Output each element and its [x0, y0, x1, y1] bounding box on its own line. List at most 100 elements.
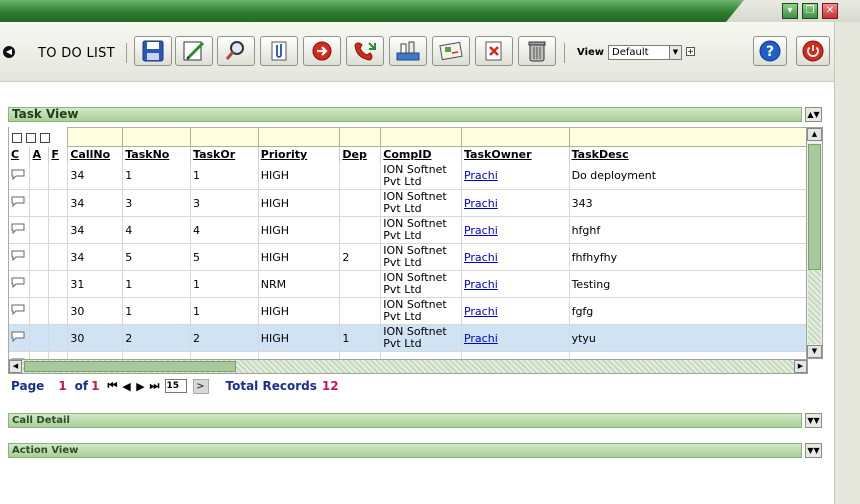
cell-owner[interactable]: Prachi [461, 297, 570, 325]
expand-action-view-icon[interactable]: ▼▼ [805, 443, 822, 458]
comment-cell[interactable] [9, 216, 31, 244]
checkbox-a[interactable] [26, 132, 36, 143]
cell-owner[interactable]: Prachi [461, 216, 570, 244]
comment-icon[interactable] [11, 169, 25, 180]
task-owner-link[interactable]: Prachi [464, 169, 498, 182]
column-header[interactable]: TaskOwner [461, 146, 570, 163]
go-button[interactable]: > [192, 378, 209, 394]
table-row[interactable]: 34 1 1 HIGH ION Softnet Pvt Ltd Prachi Do depl… [9, 162, 808, 190]
cell-owner[interactable]: Prachi [461, 243, 570, 271]
grid-horizontal-scrollbar[interactable]: ◀ ▶ [8, 359, 808, 374]
checkbox-f[interactable] [40, 132, 50, 143]
filter-dep[interactable] [339, 127, 382, 147]
card-button[interactable] [432, 36, 470, 66]
comment-cell[interactable] [9, 324, 31, 352]
filter-taskor[interactable] [190, 127, 259, 147]
scroll-up-icon[interactable]: ▲ [807, 128, 822, 141]
a-cell [29, 216, 50, 244]
scroll-thumb[interactable] [808, 144, 821, 270]
comment-icon[interactable] [11, 250, 25, 261]
next-page-icon[interactable]: ▶ [134, 380, 148, 393]
prev-page-icon[interactable]: ◀ [120, 380, 134, 393]
comment-cell[interactable] [9, 162, 31, 190]
page-size-input[interactable]: 15 [164, 379, 187, 393]
scroll-right-icon[interactable]: ▶ [794, 360, 807, 373]
comment-icon[interactable] [11, 304, 25, 315]
cell-owner[interactable]: Prachi [461, 162, 570, 190]
column-header[interactable]: CallNo [67, 146, 124, 163]
filter-priority[interactable] [257, 127, 341, 147]
table-row[interactable]: 30 2 2 HIGH 1 ION Softnet Pvt Ltd Prachi ytyu [9, 324, 808, 352]
pagination: Page 1 of 1 ⏮ ◀ ▶ ⏭ 15 > Total Records 1… [11, 378, 339, 394]
view-select[interactable]: Default ▼ [608, 45, 682, 60]
table-row[interactable]: 30 1 1 HIGH ION Softnet Pvt Ltd Prachi fgfg [9, 297, 808, 325]
filter-callno[interactable] [67, 127, 124, 147]
filter-taskdesc[interactable] [568, 127, 808, 147]
back-arrow-icon[interactable]: ◀ [3, 46, 15, 58]
close-icon[interactable]: ✕ [822, 3, 838, 19]
column-header[interactable]: Dep [339, 146, 382, 163]
filter-compid[interactable] [380, 127, 462, 147]
minimize-icon[interactable]: ▾ [782, 3, 798, 19]
column-header[interactable]: TaskNo [122, 146, 191, 163]
add-view-icon[interactable]: + [686, 47, 695, 56]
restore-icon[interactable]: ❐ [802, 3, 818, 19]
column-header[interactable]: C [9, 146, 31, 163]
comment-cell[interactable] [9, 189, 31, 217]
comment-icon[interactable] [11, 196, 25, 207]
column-header[interactable]: TaskOr [190, 146, 259, 163]
task-owner-link[interactable]: Prachi [464, 305, 498, 318]
collapse-task-view-icon[interactable]: ▲▼ [805, 107, 822, 122]
comment-icon[interactable] [11, 331, 25, 342]
column-header[interactable]: A [29, 146, 50, 163]
comment-cell[interactable] [9, 270, 31, 298]
scroll-down-icon[interactable]: ▼ [807, 345, 822, 358]
table-row[interactable]: 34 3 3 HIGH ION Softnet Pvt Ltd Prachi 343 [9, 189, 808, 217]
comment-cell[interactable] [9, 297, 31, 325]
comment-icon[interactable] [11, 277, 25, 288]
cell-owner[interactable]: Prachi [461, 189, 570, 217]
last-page-icon[interactable]: ⏭ [148, 379, 162, 393]
column-header[interactable]: F [48, 146, 69, 163]
chevron-down-icon[interactable]: ▼ [669, 46, 681, 59]
comment-cell[interactable] [9, 243, 31, 271]
expand-call-detail-icon[interactable]: ▼▼ [805, 413, 822, 428]
filter-taskowner[interactable] [460, 127, 570, 147]
cancel-button[interactable] [475, 36, 513, 66]
table-row[interactable]: 34 4 4 HIGH ION Softnet Pvt Ltd Prachi hfghf [9, 216, 808, 244]
forward-icon [312, 41, 332, 61]
first-page-icon[interactable]: ⏮ [106, 379, 120, 393]
table-row[interactable]: 34 5 5 HIGH 2 ION Softnet Pvt Ltd Prachi fhfhyf… [9, 243, 808, 271]
exit-button[interactable] [796, 36, 830, 66]
checkbox-c[interactable] [12, 132, 22, 143]
window-scrollbar[interactable] [834, 22, 860, 504]
comment-cell[interactable] [9, 351, 31, 359]
task-owner-link[interactable]: Prachi [464, 251, 498, 264]
task-owner-link[interactable]: Prachi [464, 197, 498, 210]
scroll-thumb[interactable] [24, 361, 236, 372]
attach-button[interactable] [260, 36, 298, 66]
task-owner-link[interactable]: Prachi [464, 224, 498, 237]
filter-taskno[interactable] [122, 127, 191, 147]
delete-button[interactable] [518, 36, 556, 66]
column-header[interactable]: CompID [380, 146, 462, 163]
forward-button[interactable] [303, 36, 341, 66]
grid-vertical-scrollbar[interactable]: ▲ ▼ [806, 127, 823, 359]
cell-owner[interactable]: Prachi [461, 324, 570, 352]
call-button[interactable] [346, 36, 384, 66]
task-owner-link[interactable]: Prachi [464, 278, 498, 291]
help-button[interactable]: ? [753, 36, 787, 66]
cell-owner[interactable] [461, 351, 570, 359]
table-row[interactable]: 31 1 1 NRM ION Softnet Pvt Ltd Prachi Testing [9, 270, 808, 298]
column-header[interactable]: Priority [258, 146, 341, 163]
cell-owner[interactable]: Prachi [461, 270, 570, 298]
edit-button[interactable] [175, 36, 213, 66]
save-button[interactable] [134, 36, 172, 66]
table-row[interactable]: ION Softnet [9, 351, 808, 359]
column-header[interactable]: TaskDesc [569, 146, 808, 163]
hierarchy-button[interactable] [389, 36, 427, 66]
scroll-left-icon[interactable]: ◀ [9, 360, 22, 373]
search-button[interactable] [217, 36, 255, 66]
comment-icon[interactable] [11, 223, 25, 234]
task-owner-link[interactable]: Prachi [464, 332, 498, 345]
